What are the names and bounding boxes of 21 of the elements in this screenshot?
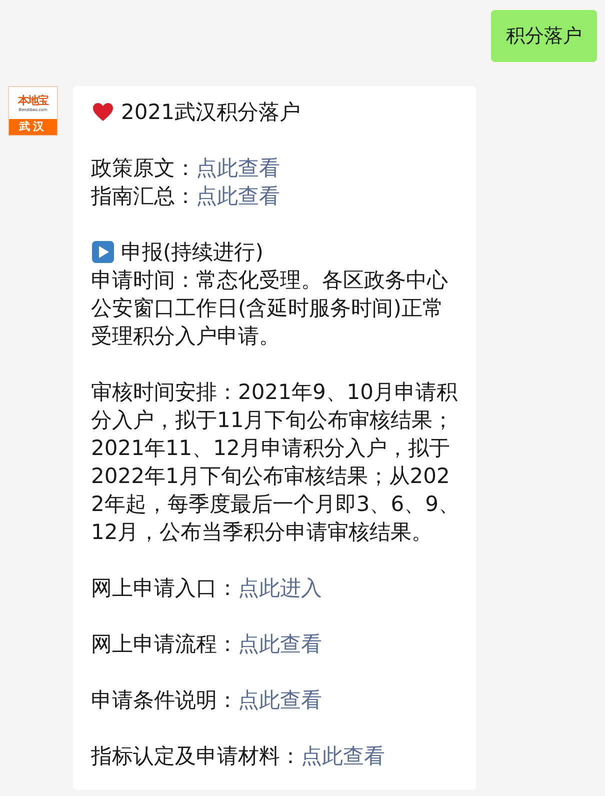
view-link[interactable]: 点此查看 bbox=[196, 156, 280, 180]
view-link[interactable]: 点此查看 bbox=[196, 184, 280, 208]
message-heading: 申报(持续进行) bbox=[121, 239, 264, 266]
view-link[interactable]: 点此进入 bbox=[238, 576, 322, 600]
message-paragraph: 审核时间安排：2021年9、10月申请积分入户，拟于11月下旬公布审核结果；2021年11、12月申请积分入户，拟于2022年1月下旬公布审核结果；从2022年起，每季度最后一个月即3、6、9、12月，公布当季积分申请审核结果。 bbox=[91, 379, 460, 546]
view-link[interactable]: 点此查看 bbox=[238, 632, 322, 656]
message-paragraph: 申请时间：常态化受理。各区政务中心公安窗口工作日(含延时服务时间)正常受理积分入户申请。 bbox=[91, 267, 449, 350]
field-label: 网上申请流程： bbox=[91, 632, 238, 656]
field-label: 指标认定及申请材料： bbox=[91, 744, 301, 768]
heart-icon bbox=[91, 100, 115, 124]
logo-city: 武汉 bbox=[9, 119, 57, 135]
field-label: 网上申请入口： bbox=[91, 576, 238, 600]
field-label: 政策原文： bbox=[91, 156, 196, 180]
field-label: 申请条件说明： bbox=[91, 688, 238, 712]
field-label: 指南汇总： bbox=[91, 184, 196, 208]
view-link[interactable]: 点此查看 bbox=[301, 744, 385, 768]
sent-message-bubble: 积分落户 bbox=[491, 10, 597, 62]
message-heading: 2021武汉积分落户 bbox=[121, 99, 300, 126]
view-link[interactable]: 点此查看 bbox=[238, 688, 322, 712]
play-icon bbox=[91, 240, 115, 264]
logo-brand: 本地宝 bbox=[18, 94, 48, 106]
